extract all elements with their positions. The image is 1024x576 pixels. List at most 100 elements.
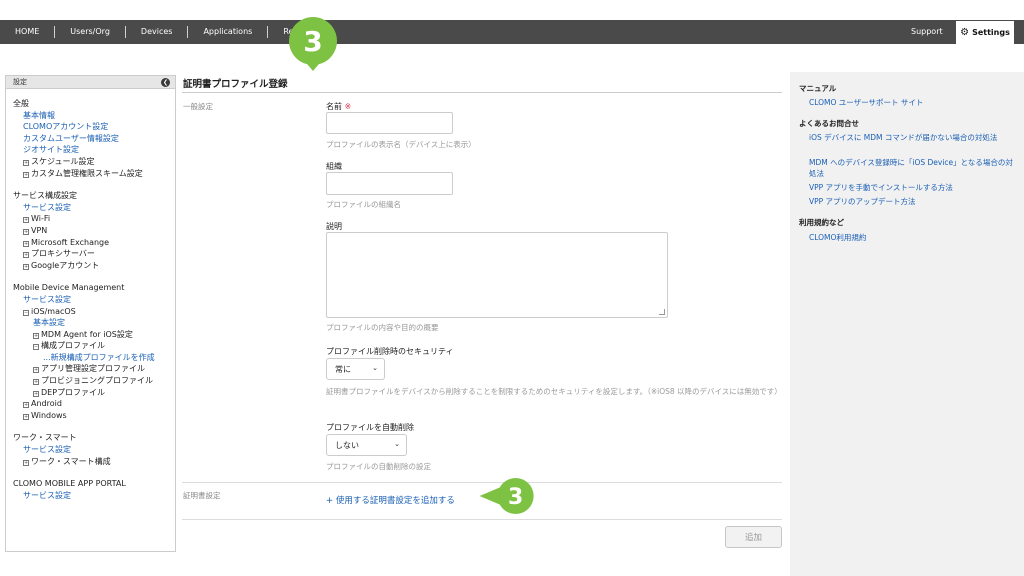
sidebar-item[interactable]: サービス設定 xyxy=(13,444,175,456)
sidebar-item[interactable]: + プロビジョニングプロファイル xyxy=(13,375,175,387)
required-mark: ※ xyxy=(344,102,352,111)
sidebar-item[interactable]: ジオサイト設定 xyxy=(13,144,175,156)
security-select[interactable]: 常に ⌄ xyxy=(326,358,385,380)
expand-icon[interactable]: + xyxy=(23,240,29,247)
expand-icon[interactable]: + xyxy=(23,217,29,224)
sidebar-item-label: カスタムユーザー情報設定 xyxy=(23,133,119,143)
sidebar-item-label: Android xyxy=(31,399,62,409)
expand-icon[interactable]: + xyxy=(33,332,39,339)
sidebar-item[interactable]: サービス設定 xyxy=(13,490,175,502)
sidebar-item-label: Wi-Fi xyxy=(31,214,51,224)
sidebar-item[interactable]: + Wi-Fi xyxy=(13,213,175,225)
sidebar-item-label: カスタム管理権限スキーム設定 xyxy=(31,168,143,178)
terms-link: CLOMO利用規約 xyxy=(809,233,867,242)
expand-icon[interactable]: + xyxy=(23,413,29,420)
sidebar-item[interactable]: + スケジュール設定 xyxy=(13,156,175,168)
badge-number: 3 xyxy=(303,25,322,58)
autodelete-label: プロファイルを自動削除 xyxy=(326,423,414,432)
autodelete-select-value: しない xyxy=(335,440,359,450)
add-button[interactable]: 追加 xyxy=(725,526,782,548)
nav-settings-tab[interactable]: ⚙ Settings xyxy=(955,20,1015,44)
faq-link[interactable]: VPP アプリのアップデート方法 xyxy=(809,196,1014,207)
expand-icon[interactable]: + xyxy=(33,379,39,386)
name-label: 名前 ※ xyxy=(326,101,351,112)
terms-heading: 利用規約など xyxy=(799,218,844,227)
org-label: 組織 xyxy=(326,162,342,171)
manual-heading: マニュアル xyxy=(799,84,837,93)
add-certificate-link[interactable]: + 使用する証明書設定を追加する xyxy=(326,494,455,506)
sidebar-item-label: ワーク・スマート構成 xyxy=(31,456,111,466)
collapse-icon[interactable]: − xyxy=(23,309,29,316)
sidebar-item-label: 基本情報 xyxy=(23,110,55,120)
nav-home[interactable]: HOME xyxy=(0,26,56,38)
sidebar-item[interactable]: + ワーク・スマート構成 xyxy=(13,456,175,468)
sidebar-item-label: サービス設定 xyxy=(23,490,71,500)
sidebar-section-title: Mobile Device Management xyxy=(13,283,125,293)
sidebar-item[interactable]: ...新規構成プロファイルを作成 xyxy=(13,352,175,364)
sidebar-item[interactable]: サービス設定 xyxy=(13,294,175,306)
sidebar-item[interactable]: サービス設定 xyxy=(13,202,175,214)
sidebar-section: CLOMO MOBILE APP PORTAL サービス設定 xyxy=(13,478,175,501)
sidebar-item[interactable]: 基本設定 xyxy=(13,317,175,329)
callout-badge: 3 xyxy=(479,477,534,515)
nav-devices[interactable]: Devices xyxy=(126,26,189,38)
sidebar-item-label: Microsoft Exchange xyxy=(31,237,110,247)
sidebar-item[interactable]: + Googleアカウント xyxy=(13,260,175,272)
expand-icon[interactable]: + xyxy=(23,171,29,178)
faq-link[interactable]: MDM へのデバイス登録時に「iOS Device」となる場合の対処法 xyxy=(809,157,1014,179)
expand-icon[interactable]: + xyxy=(33,367,39,374)
expand-icon[interactable]: + xyxy=(23,459,29,466)
description-textarea[interactable] xyxy=(326,232,668,318)
manual-link[interactable]: CLOMO ユーザーサポート サイト xyxy=(809,97,1014,108)
expand-icon[interactable]: + xyxy=(23,402,29,409)
expand-icon[interactable]: + xyxy=(23,228,29,235)
sidebar-item[interactable]: + MDM Agent for iOS設定 xyxy=(13,329,175,341)
collapse-icon[interactable]: − xyxy=(33,344,39,351)
expand-icon[interactable]: + xyxy=(23,263,29,270)
sidebar-item-label: サービス設定 xyxy=(23,202,71,212)
expand-icon[interactable]: + xyxy=(23,159,29,166)
autodelete-select[interactable]: しない ⌄ xyxy=(326,434,407,456)
org-help: プロファイルの組織名 xyxy=(326,200,401,209)
sidebar-item-label: CLOMOアカウント設定 xyxy=(23,122,109,132)
collapse-icon[interactable]: ❮ xyxy=(161,78,170,87)
sidebar-item[interactable]: − iOS/macOS xyxy=(13,306,175,318)
expand-icon[interactable]: + xyxy=(33,390,39,397)
sidebar-header-label: 設定 xyxy=(13,78,27,86)
security-select-value: 常に xyxy=(335,364,351,374)
resize-handle-icon[interactable] xyxy=(659,309,665,315)
sidebar-item[interactable]: + Microsoft Exchange xyxy=(13,237,175,249)
general-section-label: 一般設定 xyxy=(183,102,213,111)
org-input[interactable] xyxy=(326,172,453,195)
sidebar-item-label: サービス設定 xyxy=(23,294,71,304)
sidebar-item-label: Windows xyxy=(31,410,67,420)
sidebar-item[interactable]: カスタムユーザー情報設定 xyxy=(13,133,175,145)
expand-icon[interactable]: + xyxy=(23,252,29,259)
faq-link[interactable]: iOS デバイスに MDM コマンドが届かない場合の対処法 xyxy=(809,132,1014,143)
settings-sidebar: 設定 ❮ 全般基本情報 CLOMOアカウント設定 カスタムユーザー情報設定 ジオサイト… xyxy=(5,75,176,552)
chevron-down-icon: ⌄ xyxy=(394,440,400,448)
sidebar-item-label: DEPプロファイル xyxy=(41,387,106,397)
sidebar-item[interactable]: + DEPプロファイル xyxy=(13,387,175,399)
sidebar-item-label: プロキシサーバー xyxy=(31,249,95,259)
autodelete-help: プロファイルの自動削除の設定 xyxy=(326,462,431,471)
sidebar-item[interactable]: 基本情報 xyxy=(13,110,175,122)
sidebar-item-label: iOS/macOS xyxy=(31,306,76,316)
sidebar-section-title: 全般 xyxy=(13,99,29,108)
sidebar-section: 全般基本情報 CLOMOアカウント設定 カスタムユーザー情報設定 ジオサイト設定 + スケ… xyxy=(13,98,175,179)
nav-applications[interactable]: Applications xyxy=(188,26,269,38)
sidebar-item-label: MDM Agent for iOS設定 xyxy=(41,329,133,339)
name-input[interactable] xyxy=(326,112,453,134)
sidebar-item[interactable]: + VPN xyxy=(13,225,175,237)
sidebar-item[interactable]: + Windows xyxy=(13,410,175,422)
sidebar-item[interactable]: CLOMOアカウント設定 xyxy=(13,121,175,133)
sidebar-item[interactable]: + アプリ管理設定プロファイル xyxy=(13,363,175,375)
nav-users-org[interactable]: Users/Org xyxy=(55,26,126,38)
faq-link[interactable]: VPP アプリを手動でインストールする方法 xyxy=(809,182,1014,193)
sidebar-item[interactable]: − 構成プロファイル xyxy=(13,340,175,352)
sidebar-item-label: ジオサイト設定 xyxy=(23,145,79,155)
sidebar-item[interactable]: + Android xyxy=(13,398,175,410)
sidebar-item[interactable]: + カスタム管理権限スキーム設定 xyxy=(13,168,175,180)
nav-support[interactable]: Support xyxy=(903,20,951,44)
sidebar-item[interactable]: + プロキシサーバー xyxy=(13,248,175,260)
